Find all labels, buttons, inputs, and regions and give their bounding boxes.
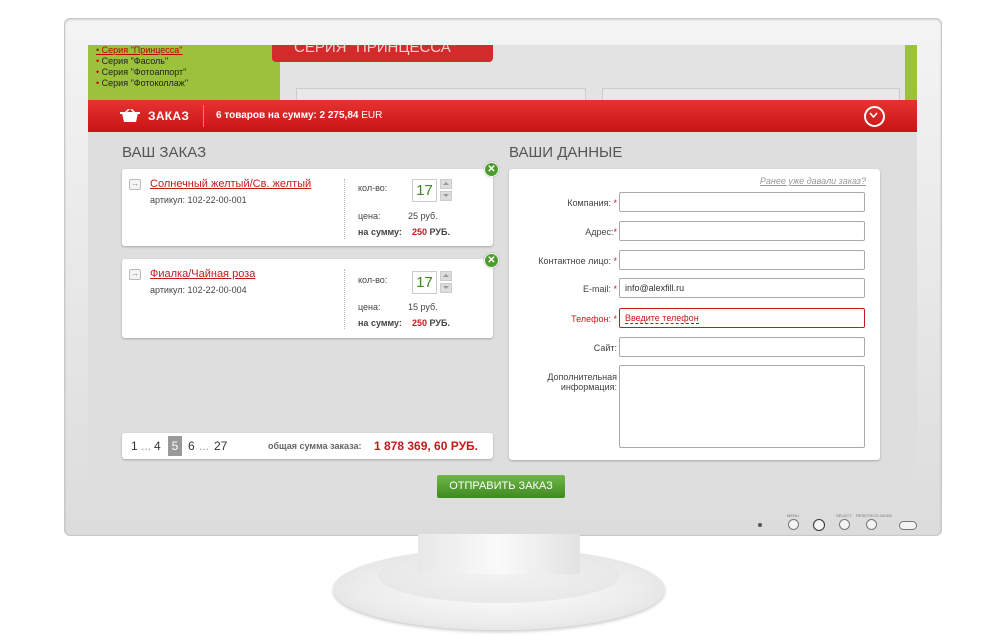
order-bar-divider	[203, 105, 204, 127]
order-item: → Фиалка/Чайная роза артикул: 102-22-00-…	[122, 259, 493, 338]
site-label: Сайт:	[593, 343, 617, 353]
price-value: 25 руб.	[408, 211, 438, 221]
contact-person-field[interactable]	[619, 250, 865, 270]
page-link-first[interactable]: 1	[131, 439, 138, 453]
address-label: Адрес:*	[585, 227, 617, 237]
chevron-down-icon	[869, 112, 878, 118]
menu-label: MENU	[787, 513, 799, 518]
sum-label: на сумму:	[358, 227, 402, 237]
basket-icon	[120, 109, 140, 122]
series-link-photoapport[interactable]: Серия "Фотоаппорт"	[96, 67, 188, 78]
select-button[interactable]	[839, 519, 850, 530]
item-divider	[344, 269, 346, 329]
price-value: 15 руб.	[408, 302, 438, 312]
customer-form: Ранее уже давали заказ? Компания: * Адре…	[509, 169, 880, 460]
qty-input[interactable]: 17	[412, 179, 437, 202]
page-link-prev[interactable]: 4	[154, 439, 161, 453]
item-name-link[interactable]: Солнечный желтый/Св. желтый	[150, 178, 311, 190]
page-link-last[interactable]: 27	[214, 439, 227, 453]
order-section-title: ВАШ ЗАКАЗ	[122, 144, 207, 161]
order-bar: ЗАКАЗ 6 товаров на сумму: 2 275,84 EUR	[88, 100, 917, 132]
qty-decrease-button[interactable]	[440, 283, 452, 293]
order-summary-currency: EUR	[361, 110, 383, 121]
order-bar-summary: 6 товаров на сумму: 2 275,84 EUR	[216, 110, 382, 121]
qty-label: кол-во:	[358, 183, 388, 193]
qty-increase-button[interactable]	[440, 271, 452, 281]
price-label: цена:	[358, 302, 381, 312]
order-total-value: 1 878 369, 60 РУБ.	[374, 439, 479, 453]
address-field[interactable]	[619, 221, 865, 241]
order-item: → Солнечный желтый/Св. желтый артикул: 1…	[122, 169, 493, 246]
item-expand-icon[interactable]: →	[129, 179, 141, 190]
site-field[interactable]	[619, 337, 865, 357]
series-link-princess[interactable]: Серия "Принцесса"	[96, 45, 188, 56]
sum-label: на сумму:	[358, 318, 402, 328]
sum-value: 250 РУБ.	[412, 318, 450, 328]
item-expand-icon[interactable]: →	[129, 269, 141, 280]
email-label: E-mail: *	[582, 284, 617, 294]
menu-button[interactable]	[788, 519, 799, 530]
company-field[interactable]	[619, 192, 865, 212]
remove-item-button[interactable]: ✕	[484, 162, 499, 177]
sum-value: 250 РУБ.	[412, 227, 450, 237]
power-button[interactable]	[899, 521, 917, 530]
order-total-label: общая сумма заказа:	[268, 441, 362, 451]
pagination-bar: 1 ... 4 5 6 ... 27 общая сумма заказа: 1…	[122, 433, 493, 459]
page-link-next[interactable]: 6	[188, 439, 195, 453]
collapse-button[interactable]	[864, 106, 885, 127]
navigate-button[interactable]	[813, 519, 825, 531]
page-current[interactable]: 5	[168, 436, 182, 456]
series-link-photocollage[interactable]: Серия "Фотоколлаж"	[96, 78, 188, 89]
previous-order-link[interactable]: Ранее уже давали заказ?	[760, 176, 866, 186]
qty-input[interactable]: 17	[412, 271, 437, 294]
qty-increase-button[interactable]	[440, 179, 452, 189]
contact-person-label: Контактное лицо: *	[538, 256, 617, 266]
page-ellipsis: ...	[199, 439, 210, 453]
phone-error-text: Введите телефон	[625, 313, 699, 324]
reset-label: RESET/ECO MODE	[856, 513, 893, 518]
series-list: Серия "Принцесса" Серия "Фасоль" Серия "…	[96, 45, 188, 89]
qty-decrease-button[interactable]	[440, 191, 452, 201]
promo-right-strip	[905, 45, 917, 100]
remove-item-button[interactable]: ✕	[484, 253, 499, 268]
order-summary-value: 2 275,84	[319, 110, 359, 121]
phone-label: Телефон: *	[571, 314, 617, 324]
item-name-link[interactable]: Фиалка/Чайная роза	[150, 268, 255, 280]
item-sku: артикул: 102-22-00-004	[150, 285, 247, 295]
order-bar-title: ЗАКАЗ	[148, 109, 190, 123]
email-field[interactable]: info@alexfill.ru	[619, 278, 865, 298]
extra-info-field[interactable]	[619, 365, 865, 448]
monitor-stand-neck	[418, 534, 580, 574]
price-label: цена:	[358, 211, 381, 221]
form-section-title: ВАШИ ДАННЫЕ	[509, 144, 623, 161]
qty-label: кол-во:	[358, 275, 388, 285]
item-divider	[344, 179, 346, 239]
reset-button[interactable]	[866, 519, 877, 530]
page-ellipsis: ...	[141, 439, 152, 453]
screen: Серия "Принцесса" Серия "Фасоль" Серия "…	[88, 45, 917, 511]
order-summary-prefix: 6 товаров на сумму:	[216, 110, 317, 121]
select-label: SELECT	[836, 513, 852, 518]
extra-info-label: Дополнительная информация:	[547, 372, 617, 392]
power-led	[758, 523, 762, 527]
item-sku: артикул: 102-22-00-001	[150, 195, 247, 205]
company-label: Компания: *	[567, 198, 617, 208]
phone-field[interactable]: Введите телефон	[619, 308, 865, 328]
submit-order-button[interactable]: ОТПРАВИТЬ ЗАКАЗ	[437, 475, 565, 498]
series-link-fasol[interactable]: Серия "Фасоль"	[96, 56, 188, 67]
series-banner-title: СЕРИЯ "ПРИНЦЕССА"	[272, 45, 493, 62]
